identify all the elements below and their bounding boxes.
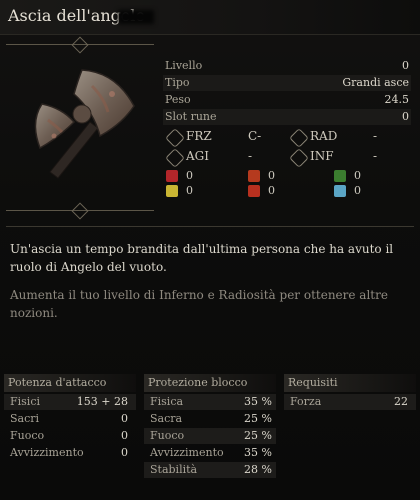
table-row: Fisici 153 + 28 bbox=[4, 394, 136, 410]
guard-heading: Protezione blocco bbox=[148, 376, 248, 389]
guard-label: Avvizzimento bbox=[150, 446, 224, 459]
scaling-grade-dex: - bbox=[248, 149, 253, 163]
title-bar: Ascia dell'angelo bbox=[0, 0, 420, 35]
attack-label: Avvizzimento bbox=[10, 446, 84, 459]
buff-value: 0 bbox=[186, 169, 193, 182]
guard-value: 25 % bbox=[244, 429, 272, 442]
diamond-rune-icon bbox=[165, 128, 185, 148]
scaling-grade-str: C- bbox=[248, 129, 262, 143]
title-shadow bbox=[118, 10, 154, 24]
scaling-grade-int: - bbox=[373, 149, 378, 163]
fire-icon bbox=[248, 170, 260, 182]
item-detail-panel: Ascia dell'angelo Livello 0 Tipo Grandi … bbox=[0, 0, 420, 500]
guard-value: 25 % bbox=[244, 412, 272, 425]
frost-icon bbox=[334, 185, 346, 197]
stat-label: Peso bbox=[165, 93, 191, 106]
separator bbox=[6, 226, 414, 227]
table-row: Forza 22 bbox=[284, 394, 416, 410]
item-description: Un'ascia un tempo brandita dall'ultima p… bbox=[10, 242, 394, 274]
diamond-rune-icon bbox=[289, 148, 309, 168]
requirement-label: Forza bbox=[290, 395, 322, 408]
table-row: Sacri 0 bbox=[4, 411, 136, 427]
attack-value: 0 bbox=[121, 412, 128, 425]
guard-label: Sacra bbox=[150, 412, 183, 425]
stat-value: 24.5 bbox=[384, 93, 410, 106]
stat-value: Grandi asce bbox=[342, 76, 409, 89]
stat-value: 0 bbox=[402, 110, 409, 123]
requirement-value: 22 bbox=[394, 395, 408, 408]
guard-value: 35 % bbox=[244, 446, 272, 459]
requirements-heading: Requisiti bbox=[288, 376, 338, 389]
buff-value: 0 bbox=[268, 169, 275, 182]
table-row: Sacra 25 % bbox=[144, 411, 276, 427]
diamond-rune-icon bbox=[289, 128, 309, 148]
stat-label: Tipo bbox=[165, 76, 190, 89]
table-row: Avvizzimento 35 % bbox=[144, 445, 276, 461]
guard-label: Stabilità bbox=[150, 463, 198, 476]
attack-label: Fisici bbox=[10, 395, 40, 408]
flame-icon bbox=[248, 185, 260, 197]
scaling-label-str: FRZ bbox=[186, 129, 212, 143]
attack-value: 153 + 28 bbox=[76, 395, 128, 408]
attack-value: 0 bbox=[121, 429, 128, 442]
guard-label: Fisica bbox=[150, 395, 184, 408]
bleed-icon bbox=[166, 170, 178, 182]
scaling-label-dex: AGI bbox=[186, 149, 209, 163]
scaling-label-rad: RAD bbox=[310, 129, 338, 143]
buff-value: 0 bbox=[186, 184, 193, 197]
holy-icon bbox=[166, 185, 178, 197]
guard-label: Fuoco bbox=[150, 429, 185, 442]
buff-value: 0 bbox=[354, 184, 361, 197]
guard-value: 28 % bbox=[244, 463, 272, 476]
table-row: Fisica 35 % bbox=[144, 394, 276, 410]
stat-value: 0 bbox=[402, 59, 409, 72]
stat-row-weight: Peso 24.5 bbox=[163, 92, 411, 108]
stat-label: Slot rune bbox=[165, 110, 217, 123]
buff-value: 0 bbox=[354, 169, 361, 182]
table-row: Avvizzimento 0 bbox=[4, 445, 136, 461]
guard-value: 35 % bbox=[244, 395, 272, 408]
frame-ornament-top bbox=[71, 36, 89, 54]
diamond-rune-icon bbox=[165, 148, 185, 168]
stat-row-type: Tipo Grandi asce bbox=[163, 75, 411, 91]
stat-row-level: Livello 0 bbox=[163, 58, 411, 74]
table-row: Stabilità 28 % bbox=[144, 462, 276, 478]
attack-label: Fuoco bbox=[10, 429, 45, 442]
scaling-label-int: INF bbox=[310, 149, 334, 163]
attack-label: Sacri bbox=[10, 412, 40, 425]
poison-icon bbox=[334, 170, 346, 182]
scaling-grade-rad: - bbox=[373, 129, 378, 143]
stat-label: Livello bbox=[165, 59, 203, 72]
attack-value: 0 bbox=[121, 446, 128, 459]
item-hint: Aumenta il tuo livello di Inferno e Radi… bbox=[10, 288, 388, 320]
frame-ornament-bottom bbox=[71, 202, 89, 220]
stat-row-rune-slots: Slot rune 0 bbox=[163, 109, 411, 125]
table-row: Fuoco 0 bbox=[4, 428, 136, 444]
attack-heading: Potenza d'attacco bbox=[8, 376, 107, 389]
table-row: Fuoco 25 % bbox=[144, 428, 276, 444]
great-axe-icon bbox=[12, 52, 150, 190]
buff-value: 0 bbox=[268, 184, 275, 197]
